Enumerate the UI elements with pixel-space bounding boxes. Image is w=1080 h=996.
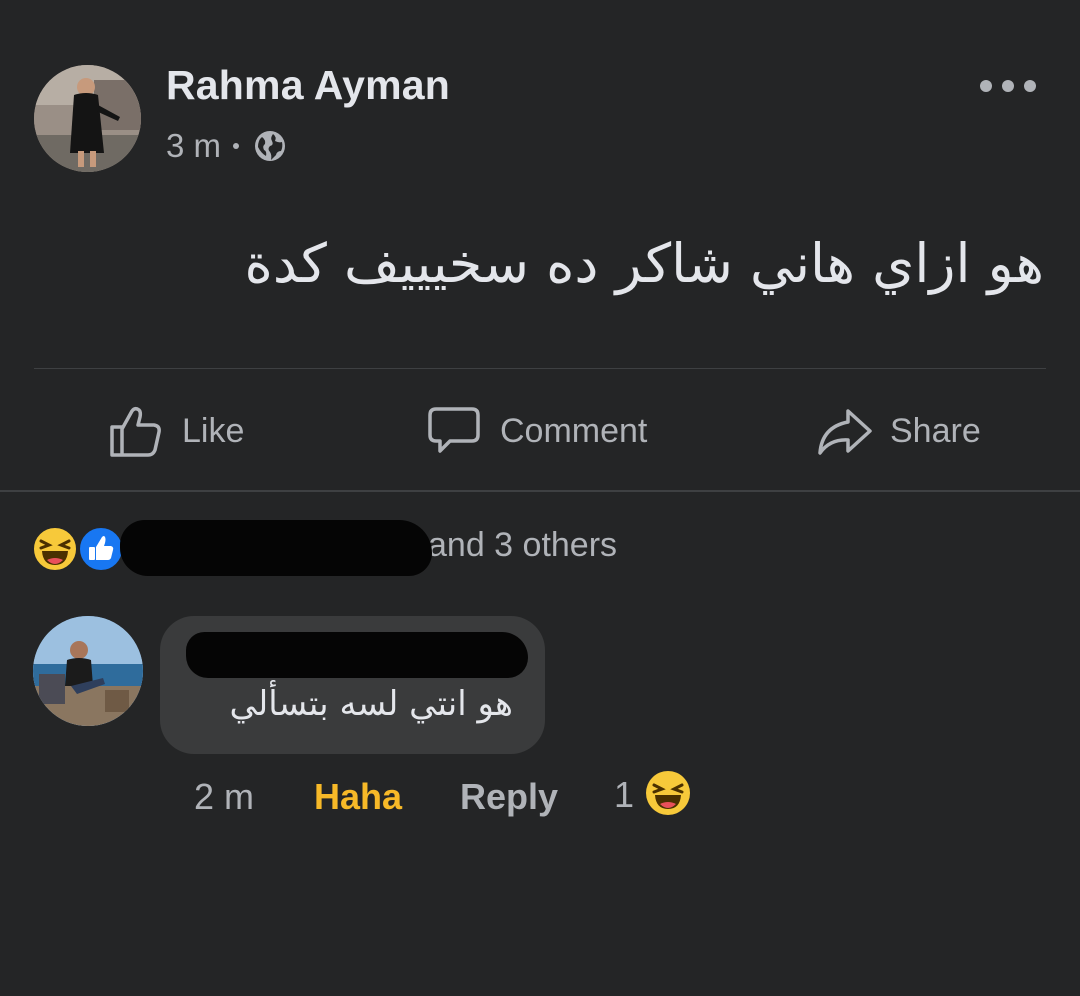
comment-bubble-icon [428,407,480,453]
comment-label: Comment [500,411,648,450]
share-button[interactable]: Share [816,395,981,467]
haha-reaction-icon[interactable] [645,770,691,816]
like-button[interactable]: Like [108,395,244,467]
reaction-icons[interactable] [32,526,124,574]
author-photo [34,65,141,172]
share-label: Share [890,411,981,450]
globe-icon[interactable] [253,129,287,163]
post-meta: 3 m [166,124,287,168]
post-time[interactable]: 3 m [166,127,221,165]
comment-text: هو انتي لسه بتسألي [229,684,513,724]
post-action-bar: Like Comment Share [0,395,1080,467]
comment-button[interactable]: Comment [426,395,647,467]
reactors-suffix: and 3 others [428,526,618,564]
commenter-avatar[interactable] [33,616,143,726]
meta-separator-dot [233,143,240,149]
more-dot [1002,80,1014,92]
redaction-scribble [120,520,432,576]
share-arrow-icon [818,409,872,455]
thumbs-up-icon [110,406,161,457]
haha-reaction-icon [32,526,78,572]
more-dot [980,80,992,92]
section-divider [0,490,1080,492]
comment-actions: 2 m Haha Reply 1 [194,768,714,824]
post-divider [34,368,1046,369]
like-label: Like [182,411,245,450]
comment-react-button[interactable]: Haha [314,776,402,818]
comment-reaction-count[interactable]: 1 [614,774,634,816]
author-name[interactable]: Rahma Ayman [166,62,450,109]
author-avatar[interactable] [34,65,141,172]
comment-reply-button[interactable]: Reply [460,776,558,818]
like-reaction-icon [78,526,124,572]
commenter-photo [33,616,143,726]
more-options-icon[interactable] [980,66,1036,106]
comment-time[interactable]: 2 m [194,776,254,818]
post-text: هو ازاي هاني شاكر ده سخيييف كدة [244,232,1044,295]
redaction-scribble [186,632,528,678]
more-dot [1024,80,1036,92]
